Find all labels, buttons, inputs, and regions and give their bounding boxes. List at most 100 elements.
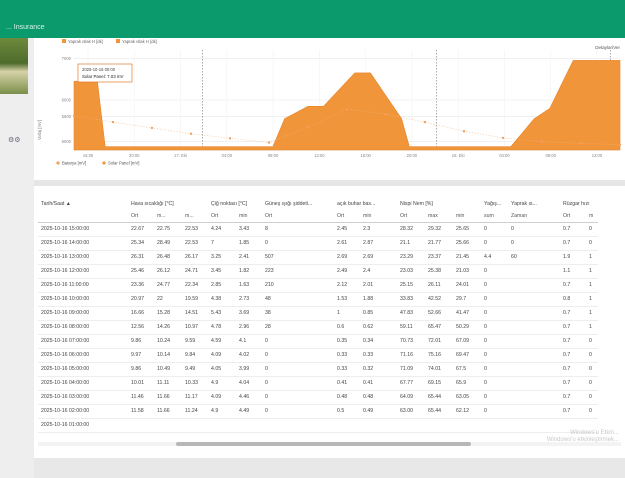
x-tick-label: 16:00 [360,153,371,158]
table-cell: 2025-10-16 05:00:00 [41,366,90,372]
table-cell [508,390,560,404]
table-cell: 0 [484,268,487,274]
table-cell [128,418,154,432]
group-header-cell[interactable]: Yağış... [481,198,508,210]
table-cell: 4.78 [211,324,222,330]
legend-item-1[interactable]: Yaprak ıslak H [dk] [68,39,103,44]
sidebar-icons[interactable]: ⚙⚙ [8,136,21,144]
legend-swatch-2 [116,39,120,43]
table-row[interactable]: 2025-10-16 09:00:00 16.66 15.28 14.51 5.43 3.… [38,306,598,320]
table-row[interactable]: 2025-10-16 11:00:00 23.36 24.77 22.34 2.85 1.… [38,278,598,292]
table-cell: 0.7 [563,240,571,246]
group-header-cell[interactable]: Nispi Nem [%] [397,198,481,210]
group-header-cell[interactable]: Yaprak ıs... [508,198,560,210]
sub-header-cell[interactable] [38,210,128,223]
legend-item-2[interactable]: Yaprak ıslak H [dk] [122,39,157,44]
table-cell: 210 [265,282,274,288]
sub-header-cell[interactable]: sum [481,210,508,223]
horizontal-scrollbar[interactable] [38,442,621,446]
legend-battery-dot [56,161,60,165]
battery-point [384,112,388,116]
table-cell: 0 [484,240,487,246]
table-cell: 10.14 [157,352,170,358]
scrollbar-thumb[interactable] [176,442,471,446]
sub-header-cell[interactable]: m [586,210,598,223]
battery-point [150,126,154,130]
table-cell: 2.45 [337,226,348,232]
table-cell: 0 [265,394,268,400]
table-row[interactable]: 2025-10-16 10:00:00 20.97 22 19.59 4.38 2.73 4… [38,292,598,306]
table-row[interactable]: 2025-10-16 13:00:00 26.31 26.48 26.17 3.25 2.… [38,250,598,264]
table-cell: 22.53 [185,226,198,232]
sub-header-cell[interactable]: min [453,210,481,223]
table-row[interactable]: 2025-10-16 14:00:00 25.34 28.49 22.53 7 1.85 0… [38,236,598,250]
table-cell: 3.99 [239,366,250,372]
table-row[interactable]: 2025-10-16 15:00:00 22.67 22.75 22.53 4.24 3.… [38,222,598,236]
table-cell [236,418,262,432]
table-cell: 47.83 [400,310,413,316]
table-cell: 0.6 [337,324,345,330]
group-header-cell[interactable]: Hava sıcaklığı [°C] [128,198,208,210]
table-row[interactable]: 2025-10-16 05:00:00 9.86 10.49 9.49 4.05 3.99… [38,362,598,376]
table-cell: 2.69 [363,254,374,260]
bottom-legend[interactable]: Batarya [mV] Solar Panel [mV] [56,161,139,166]
sub-header-cell[interactable]: max [425,210,453,223]
table-row[interactable]: 2025-10-16 06:00:00 9.97 10.14 9.84 4.09 4.02… [38,348,598,362]
sub-header-cell[interactable]: Zaman [508,210,560,223]
group-header-cell[interactable]: açık buhar bas... [334,198,397,210]
sub-header-cell[interactable]: Ort [128,210,154,223]
table-cell: 1 [589,296,592,302]
table-cell: 0 [589,338,592,344]
legend-swatch-1 [62,39,66,43]
table-cell: 4.1 [239,338,247,344]
legend-solar[interactable]: Solar Panel [mV] [108,161,139,166]
table-cell: 12.56 [131,324,144,330]
table-row[interactable]: 2025-10-16 07:00:00 9.86 10.24 9.59 4.59 4.1 0… [38,334,598,348]
group-header-cell[interactable]: Çiğ noktası [°C] [208,198,262,210]
table-cell: 14.51 [185,310,198,316]
table-cell: 48 [265,296,271,302]
table-cell: 1 [589,268,592,274]
table-row[interactable]: 2025-10-16 02:00:00 11.58 11.66 11.24 4.9 4.4… [38,404,598,418]
table-cell: 0.41 [337,380,348,386]
table-cell: 25.38 [428,268,441,274]
legend-battery[interactable]: Batarya [mV] [62,161,86,166]
table-cell: 33.83 [400,296,413,302]
x-tick-label: 12:00 [314,153,325,158]
table-cell: 22.75 [157,226,170,232]
group-header-cell[interactable]: Güneş ışığı şiddeti... [262,198,334,210]
sub-header-cell[interactable]: Ort [208,210,236,223]
table-cell: 11.17 [185,394,198,400]
table-cell [360,418,397,432]
group-header-cell[interactable]: Rüzgar hızı [560,198,598,210]
table-cell: 0 [484,352,487,358]
chart-details-link[interactable]: Detaylar/Ver [595,45,620,50]
table-cell: 2.73 [239,296,250,302]
sub-header-cell[interactable]: Ort [262,210,334,223]
table-row[interactable]: 2025-10-16 08:00:00 12.56 14.26 10.97 4.78 2.… [38,320,598,334]
top-legend[interactable]: Yaprak ıslak H [dk] Yaprak ıslak H [dk] [62,39,157,44]
x-tick-label: 04:00 [222,153,233,158]
settings-icon-secondary[interactable]: ⚙ [14,137,20,144]
table-sub-header: Ort m... m... Ort min Ort Ort min Ort max min sum Za… [38,210,598,223]
sub-header-cell[interactable]: m... [154,210,182,223]
table-row[interactable]: 2025-10-16 12:00:00 25.46 26.12 24.71 3.45 1.… [38,264,598,278]
sub-header-cell[interactable]: min [360,210,397,223]
table-row[interactable]: 2025-10-16 01:00:00 [38,418,598,432]
legend-solar-dot [102,161,106,165]
sub-header-cell[interactable]: Ort [397,210,425,223]
table-cell: 10.97 [185,324,198,330]
chart-panel: Yaprak ıslak H [dk] Yaprak ıslak H [dk] … [34,38,625,180]
sub-header-cell[interactable]: Ort [334,210,360,223]
table-row[interactable]: 2025-10-16 03:00:00 11.46 11.66 11.17 4.09 4.… [38,390,598,404]
table-cell [453,418,481,432]
sub-header-cell[interactable]: m... [182,210,208,223]
field-thumbnail[interactable] [0,38,28,94]
table-cell: 10.24 [157,338,170,344]
table-row[interactable]: 2025-10-16 04:00:00 10.01 11.11 10.33 4.9 4.0… [38,376,598,390]
sub-header-cell[interactable]: Ort [560,210,586,223]
table-cell: 2.3 [363,226,371,232]
group-header-cell[interactable]: Tarih/Saat ▲ [38,198,128,210]
app-title[interactable]: ... Insurance [6,24,45,31]
sub-header-cell[interactable]: min [236,210,262,223]
